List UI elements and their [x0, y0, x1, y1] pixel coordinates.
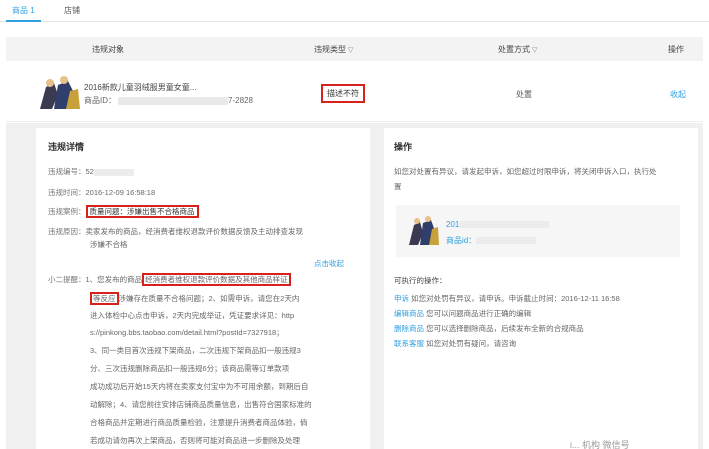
mini-product-id: 商品id： [446, 235, 537, 246]
time-value: 2016-12-09 16:58:18 [85, 188, 156, 197]
action-row: 编辑商品 您可以问题商品进行正确的编辑 [394, 309, 531, 319]
header-type[interactable]: 违规类型 ▽ [314, 44, 353, 55]
tips-highlight: 等反应 [90, 292, 119, 305]
mini-product-title[interactable]: 201 [446, 220, 550, 229]
detail-title: 违规详情 [48, 142, 85, 152]
detail-time: 违规时间：2016-12-09 16:58:18 [48, 188, 155, 198]
number-value: 52 [85, 167, 94, 176]
detail-case: 违规案例： 质量问题：涉嫌出售不合格商品 [48, 205, 199, 218]
action-desc: 如您对处罚有疑问，请咨询 [426, 339, 517, 348]
tips-line-10: 若成功请勿再次上架商品，否则将可能对商品进一步删除及处理 [90, 436, 300, 445]
number-label: 违规编号： [48, 167, 86, 176]
tips-line-6: 分、三次违规删除商品扣一般违规6分；该商品需等订单款项 [90, 364, 290, 373]
action-desc: 您可以问题商品进行正确的编辑 [426, 309, 532, 318]
mini-id-label: 商品id： [446, 236, 477, 245]
appeal-link[interactable]: 申诉 [394, 294, 409, 303]
header-type-label: 违规类型 [314, 45, 346, 54]
tips-highlight: 经消费者维权退款评价数据及其他商品样证 [142, 273, 291, 286]
tab-bar: 商品 1 店铺 [0, 0, 709, 22]
product-mini-card[interactable]: 201 商品id： [396, 205, 680, 257]
case-label: 违规案例： [48, 207, 86, 216]
action-desc: 您可以选择删除商品，后续发布全新的合规商品 [426, 324, 584, 333]
exec-title: 可执行的操作： [394, 276, 447, 285]
edit-product-link[interactable]: 编辑商品 [394, 309, 424, 318]
product-thumbnail [409, 216, 439, 245]
product-title[interactable]: 2016新款儿童羽绒服男童女童... [84, 82, 196, 93]
detail-reason-cont: 涉嫌不合格 [90, 240, 128, 249]
tips-text: 1、您发布的商品 [85, 275, 143, 284]
detail-number: 违规编号：52 [48, 167, 134, 177]
tips-line-1: 小二提醒：1、您发布的商品 经消费者维权退款评价数据及其他商品样证 [48, 273, 291, 286]
filter-icon[interactable]: ▽ [532, 47, 537, 54]
action-row: 联系客服 如您对处罚有疑问，请咨询 [394, 339, 516, 349]
tips-line-8: 动解除；4、请您前往安排店铺商品质量信息，出售符合国家标准的 [90, 400, 312, 409]
reason-value: 卖家发布的商品，经消费者维权退款评价数据反馈及主动排查发现 [85, 227, 304, 236]
ops-desc: 如您对处置有异议，请发起申诉，如您超过时限申诉，将关闭申诉入口，执行处 [394, 167, 657, 176]
mini-title-text: 201 [446, 220, 460, 229]
redacted-block [476, 237, 537, 245]
watermark: i... 机构 微信号 [570, 440, 630, 449]
tips-line-5: 3、同一类目首次违规下架商品，二次违规下架商品扣一般违规3 [90, 346, 301, 355]
reason-label: 违规原因： [48, 227, 86, 236]
header-op: 操作 [668, 45, 684, 54]
header-method-label: 处置方式 [498, 45, 530, 54]
redacted-block [93, 168, 134, 176]
redacted-block [459, 221, 550, 229]
collapse-link[interactable]: 收起 [670, 89, 686, 100]
time-label: 违规时间： [48, 188, 86, 197]
tips-text: 涉嫌存在质量不合格问题；2、如需申诉，请您在2天内 [118, 294, 300, 303]
tab-store[interactable]: 店铺 [64, 4, 80, 22]
product-thumbnail[interactable] [36, 73, 82, 113]
tips-line-7: 成功成功后开始15天内将在卖家支付宝中为不可用余额，到期后自 [90, 382, 309, 391]
action-desc: 如您对处罚有异议，请申诉。申诉截止时间：2016-12-11 16:58 [411, 294, 620, 303]
product-id-suffix: 7-2828 [228, 96, 253, 105]
action-row: 删除商品 您可以选择删除商品，后续发布全新的合规商品 [394, 324, 584, 334]
expand-link[interactable]: 点击收起 [314, 259, 344, 269]
method-value: 处置 [516, 90, 532, 99]
detail-reason: 违规原因：卖家发布的商品，经消费者维权退款评价数据反馈及主动排查发现 [48, 227, 303, 237]
header-method[interactable]: 处置方式 ▽ [498, 44, 537, 55]
tab-products[interactable]: 商品 1 [6, 4, 41, 22]
product-id-label: 商品ID： [84, 96, 116, 105]
product-id: 商品ID： 7-2828 [84, 95, 253, 106]
tips-line-4: s://pinkong.bbs.taobao.com/detail.html?p… [90, 328, 284, 337]
table-header: 违规对象 违规类型 ▽ 处置方式 ▽ 操作 [6, 37, 703, 61]
tips-line-2: 等反应 涉嫌存在质量不合格问题；2、如需申诉，请您在2天内 [90, 292, 300, 305]
redacted-block [118, 96, 228, 105]
action-row: 申诉 如您对处罚有异议，请申诉。申诉截止时间：2016-12-11 16:58 [394, 294, 620, 304]
table-row: 2016新款儿童羽绒服男童女童... 商品ID： 7-2828 描述不符 处置 收… [6, 62, 703, 122]
tips-line-3: 进入体检中心点击申诉，2天内完成举证，凭证要求详见：http [90, 311, 295, 320]
contact-support-link[interactable]: 联系客服 [394, 339, 424, 348]
ops-desc-cont: 置 [394, 182, 402, 191]
delete-product-link[interactable]: 删除商品 [394, 324, 424, 333]
tips-label: 小二提醒： [48, 275, 86, 284]
case-value: 质量问题：涉嫌出售不合格商品 [85, 205, 199, 218]
filter-icon[interactable]: ▽ [348, 47, 353, 54]
ops-title: 操作 [394, 142, 413, 152]
tips-line-9: 合格商品并定期进行商品质量检验，注意提升消费者商品体验，倘 [90, 418, 308, 427]
violation-type-badge: 描述不符 [321, 84, 365, 103]
header-object: 违规对象 [92, 45, 124, 54]
